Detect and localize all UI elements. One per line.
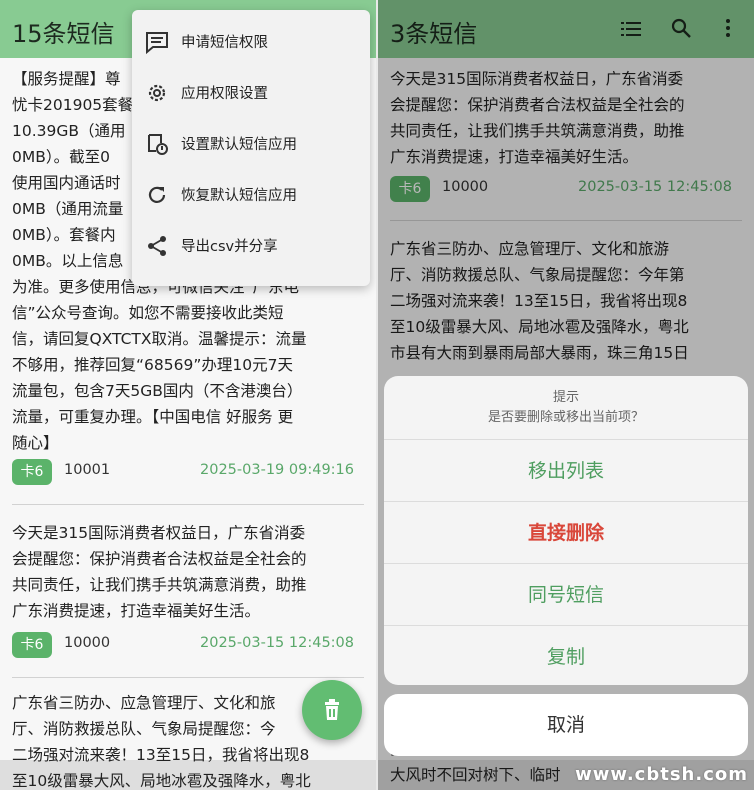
divider (12, 677, 364, 678)
system-nav-bar (0, 760, 376, 790)
menu-item-set-default-sms-app[interactable]: 设置默认短信应用 (132, 119, 370, 169)
cancel-button[interactable]: 取消 (384, 694, 748, 756)
message-line: 共同责任，让我们携手共筑满意消费，助推 (12, 576, 307, 594)
menu-item-export-csv-share[interactable]: 导出csv并分享 (132, 221, 370, 271)
sender-number: 10000 (64, 635, 111, 651)
menu-item-label: 设置默认短信应用 (181, 137, 297, 153)
message-time: 2025-03-19 09:49:16 (200, 462, 354, 478)
dialog-title: 提示 (552, 390, 579, 405)
message-line: 信，请回复QXTCTX取消。温馨提示：流量 (12, 330, 307, 348)
right-screen: 3条短信 今天是315国际消费者权益日，广东省消委 会提醒您：保护消费者合法权益… (378, 0, 754, 790)
message-line: 不够用，推荐回复“68569”办理10元7天 (12, 356, 293, 374)
default-app-icon (148, 134, 168, 155)
menu-item-restore-default-sms-app[interactable]: 恢复默认短信应用 (132, 170, 370, 220)
divider (12, 504, 364, 505)
watermark: www.cbtsh.com (575, 764, 748, 785)
message-icon (146, 32, 168, 55)
menu-item-label: 应用权限设置 (181, 86, 268, 102)
gear-icon (148, 84, 166, 102)
cancel-sheet: 取消 (384, 694, 748, 756)
menu-item-request-sms-permission[interactable]: 申请短信权限 (132, 17, 370, 67)
copy-button[interactable]: 复制 (384, 625, 748, 685)
menu-item-label: 申请短信权限 (181, 35, 268, 51)
sim-badge: 卡6 (12, 632, 52, 658)
overflow-menu: 申请短信权限 应用权限设置 设置默认短信应用 恢复默认短信应用 导出csv并分享 (132, 10, 370, 286)
message-line: 信”公众号查询。如您不需要接收此类短 (12, 304, 284, 322)
page-title: 15条短信 (12, 20, 115, 48)
restore-icon (148, 186, 166, 203)
same-number-sms-button[interactable]: 同号短信 (384, 563, 748, 626)
dialog-message: 是否要删除或移出当前项？ (487, 410, 644, 425)
delete-fab[interactable] (302, 680, 362, 740)
message-line: 今天是315国际消费者权益日，广东省消委 (12, 524, 306, 542)
remove-from-list-button[interactable]: 移出列表 (384, 439, 748, 502)
share-icon (148, 236, 166, 256)
sim-badge: 卡6 (12, 459, 52, 485)
message-line: 随心】 (12, 434, 59, 452)
message-meta: 卡6 10001 2025-03-19 09:49:16 (12, 459, 354, 487)
message-meta: 卡6 10000 2025-03-15 12:45:08 (12, 632, 354, 660)
menu-item-app-permission-settings[interactable]: 应用权限设置 (132, 68, 370, 118)
menu-item-label: 导出csv并分享 (181, 239, 278, 255)
message-body[interactable]: 今天是315国际消费者权益日，广东省消委 会提醒您：保护消费者合法权益是全社会的… (12, 520, 358, 624)
menu-item-label: 恢复默认短信应用 (181, 188, 297, 204)
left-screen: 15条短信 【服务提醒】尊 忧卡201905套餐 10.39GB（通用 0MB）… (0, 0, 376, 790)
message-line: 会提醒您：保护消费者合法权益是全社会的 (12, 550, 307, 568)
message-line: 流量，可重复办理。【中国电信 好服务 更 (12, 408, 294, 426)
delete-directly-button[interactable]: 直接删除 (384, 501, 748, 564)
message-line: 流量包，包含7天5GB国内（不含港澳台） (12, 382, 303, 400)
sender-number: 10001 (64, 462, 111, 478)
message-line: 广东消费提速，打造幸福美好生活。 (12, 602, 261, 620)
message-time: 2025-03-15 12:45:08 (200, 635, 354, 651)
trash-icon (325, 699, 339, 720)
action-dialog: 提示 是否要删除或移出当前项？ 移出列表 直接删除 同号短信 复制 (384, 376, 748, 685)
